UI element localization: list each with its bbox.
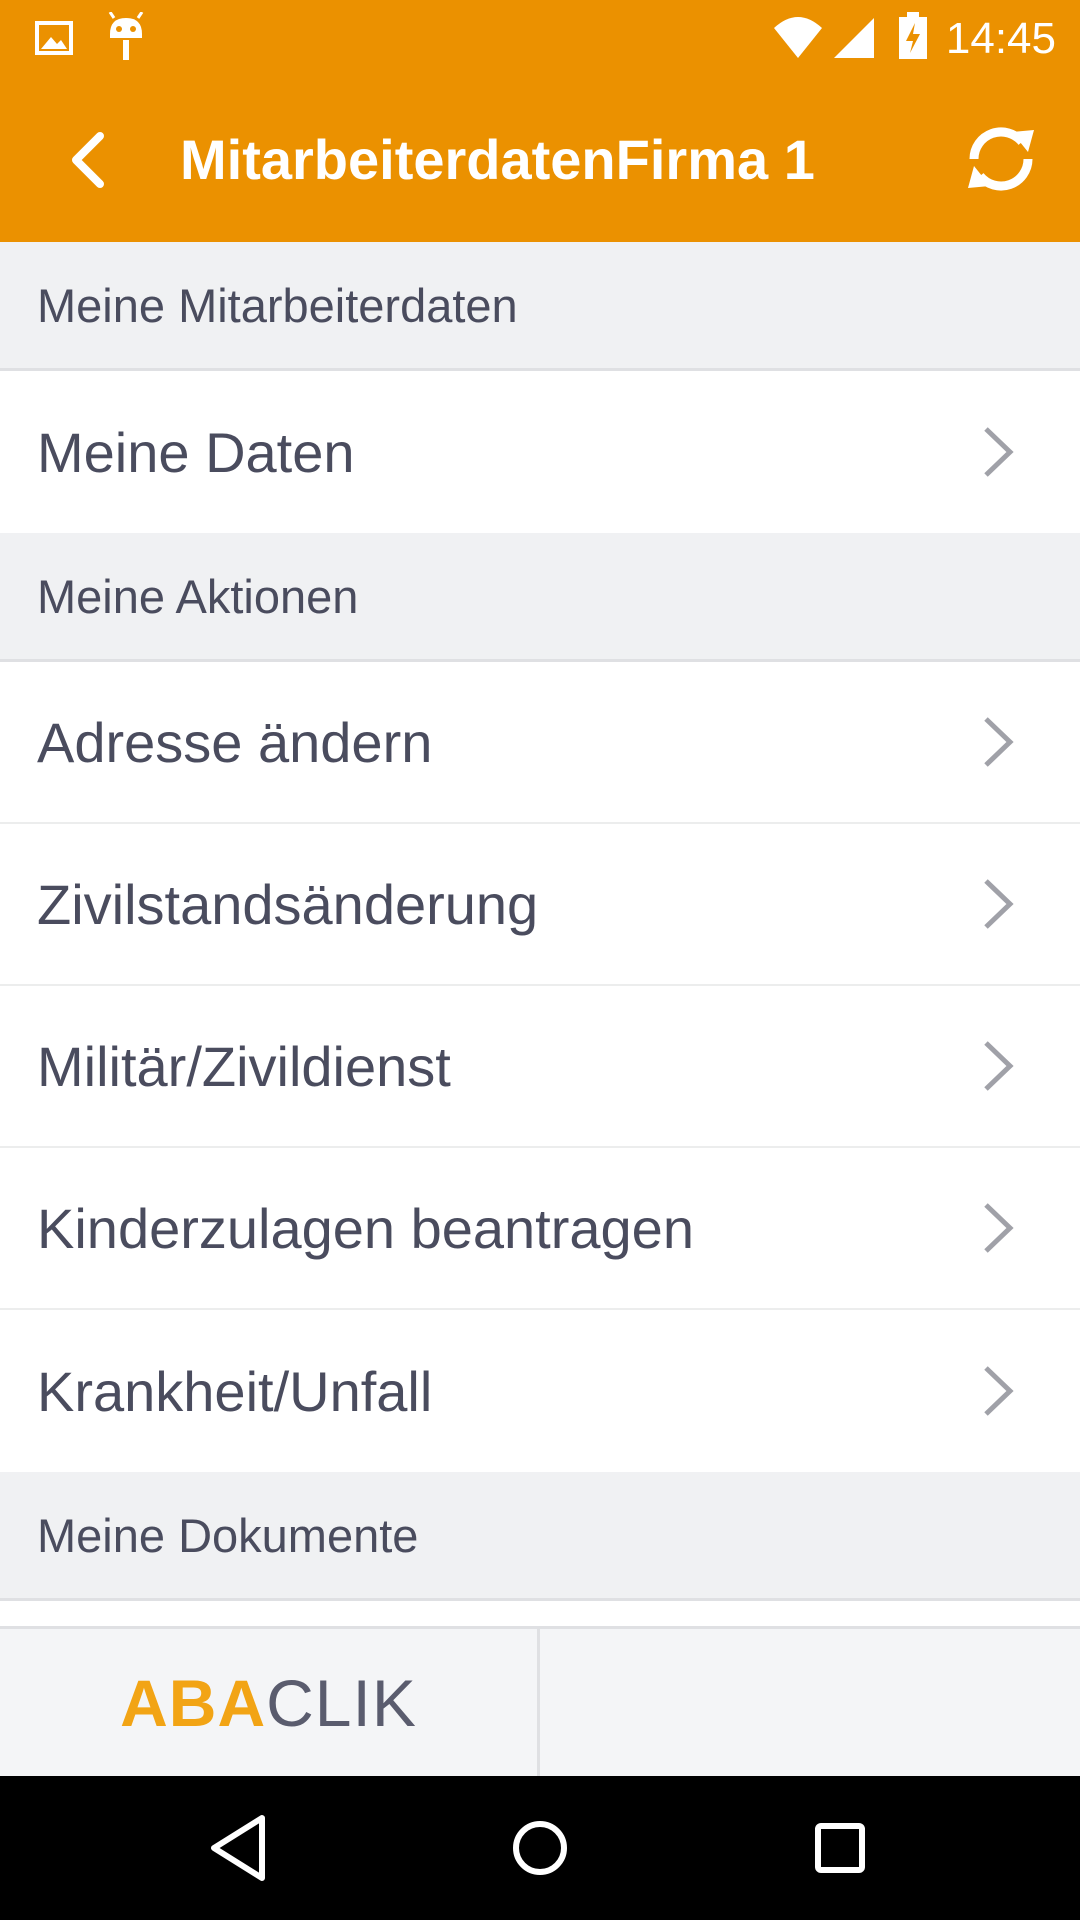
section-header-dokumente: Meine Dokumente bbox=[0, 1472, 1080, 1601]
list-item-meine-daten[interactable]: Meine Daten bbox=[0, 371, 1080, 533]
menu-list: Meine Mitarbeiterdaten Meine Daten Meine… bbox=[0, 242, 1080, 1628]
list-item-label: Meine Daten bbox=[37, 420, 355, 484]
list-item-adresse-aendern[interactable]: Adresse ändern bbox=[0, 662, 1080, 824]
list-item-militaer-zivildienst[interactable]: Militär/Zivildienst bbox=[0, 986, 1080, 1148]
list-item-label: Militär/Zivildienst bbox=[37, 1034, 451, 1098]
list-item-label: Kinderzulagen beantragen bbox=[37, 1196, 694, 1260]
abaclik-logo-tab[interactable]: ABACLIK bbox=[0, 1629, 540, 1776]
nav-home-icon[interactable] bbox=[500, 1808, 580, 1888]
nav-back-icon[interactable] bbox=[200, 1808, 280, 1888]
page-title: MitarbeiterdatenFirma 1 bbox=[180, 128, 815, 191]
app-bar: MitarbeiterdatenFirma 1 bbox=[0, 78, 1080, 242]
chevron-right-icon bbox=[978, 1201, 1018, 1255]
abaclik-logo: ABACLIK bbox=[120, 1665, 417, 1740]
section-header-label: Meine Mitarbeiterdaten bbox=[37, 278, 518, 332]
status-bar: 14:45 bbox=[0, 0, 1080, 78]
section-header-label: Meine Aktionen bbox=[37, 569, 359, 623]
chevron-right-icon bbox=[978, 1039, 1018, 1093]
refresh-icon[interactable] bbox=[956, 114, 1046, 204]
list-item-zivilstandsaenderung[interactable]: Zivilstandsänderung bbox=[0, 824, 1080, 986]
battery-charging-icon bbox=[898, 12, 928, 65]
bottom-bar-empty-tab[interactable] bbox=[543, 1629, 1080, 1776]
android-debug-icon bbox=[104, 11, 148, 67]
chevron-right-icon bbox=[978, 715, 1018, 769]
section-header-label: Meine Dokumente bbox=[37, 1508, 419, 1562]
signal-icon bbox=[832, 16, 876, 65]
chevron-right-icon bbox=[978, 1364, 1018, 1418]
section-header-mitarbeiterdaten: Meine Mitarbeiterdaten bbox=[0, 242, 1080, 371]
list-item-label: Zivilstandsänderung bbox=[37, 872, 539, 936]
bottom-bar: ABACLIK bbox=[0, 1626, 1080, 1776]
section-header-aktionen: Meine Aktionen bbox=[0, 533, 1080, 662]
clock: 14:45 bbox=[945, 14, 1056, 63]
list-item-label: Adresse ändern bbox=[37, 710, 433, 774]
back-arrow-icon[interactable] bbox=[60, 126, 128, 194]
list-item-kinderzulagen[interactable]: Kinderzulagen beantragen bbox=[0, 1148, 1080, 1310]
gallery-icon bbox=[34, 18, 74, 63]
chevron-right-icon bbox=[978, 877, 1018, 931]
nav-recents-icon[interactable] bbox=[800, 1808, 880, 1888]
system-nav-bar bbox=[0, 1776, 1080, 1920]
chevron-right-icon bbox=[978, 425, 1018, 479]
list-item-krankheit-unfall[interactable]: Krankheit/Unfall bbox=[0, 1310, 1080, 1472]
list-item-label: Krankheit/Unfall bbox=[37, 1359, 433, 1423]
wifi-icon bbox=[772, 14, 824, 65]
